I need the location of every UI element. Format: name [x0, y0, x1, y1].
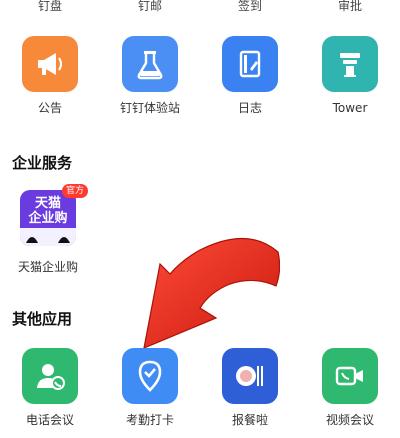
section-title-enterprise: 企业服务 — [12, 154, 73, 172]
notebook-icon[interactable] — [222, 36, 278, 92]
app-phone-conference[interactable]: 电话会议 — [0, 348, 100, 427]
app-label: 考勤打卡 — [125, 413, 174, 427]
app-label: 公告 — [37, 101, 62, 115]
tmall-logo-line1: 天猫 — [34, 196, 61, 211]
app-label: 视频会议 — [325, 413, 374, 427]
app-experience-station[interactable]: 钉钉体验站 — [100, 36, 200, 115]
app-label: 天猫企业购 — [17, 260, 78, 274]
section-title-other: 其他应用 — [12, 310, 73, 328]
app-attendance[interactable]: 考勤打卡 — [100, 348, 200, 427]
tmall-eyes-icon — [26, 237, 70, 243]
meal-report-icon[interactable] — [222, 348, 278, 404]
app-label-dingpan[interactable]: 钉盘 — [0, 0, 100, 12]
app-label: 电话会议 — [25, 413, 74, 427]
phone-conference-icon[interactable] — [22, 348, 78, 404]
top-label-row: 钉盘 钉邮 签到 审批 — [0, 0, 400, 14]
app-meal-report[interactable]: 报餐啦 — [200, 348, 300, 427]
official-badge: 官方 — [61, 184, 88, 198]
tmall-logo-line2: 企业购 — [28, 211, 68, 226]
app-row-1: 公告 钉钉体验站 日志 Tower — [0, 36, 400, 116]
app-log[interactable]: 日志 — [200, 36, 300, 115]
flask-icon[interactable] — [122, 36, 178, 92]
app-video-conference[interactable]: 视频会议 — [300, 348, 400, 427]
app-row-other: 电话会议 考勤打卡 报餐啦 视频会议 — [0, 348, 400, 432]
app-label: 日志 — [237, 101, 262, 115]
video-call-icon[interactable] — [322, 348, 378, 404]
app-label: 钉钉体验站 — [119, 101, 180, 115]
app-label-checkin[interactable]: 签到 — [200, 0, 300, 12]
app-label: 报餐啦 — [231, 413, 268, 427]
app-label: Tower — [332, 101, 368, 115]
app-label-dingmail[interactable]: 钉邮 — [100, 0, 200, 12]
tower-icon[interactable] — [322, 36, 378, 92]
red-arrow-icon — [143, 237, 280, 349]
app-tower[interactable]: Tower — [300, 36, 400, 115]
megaphone-icon[interactable] — [22, 36, 78, 92]
app-tmall-enterprise[interactable]: 天猫 企业购 官方 — [20, 184, 88, 246]
location-check-icon[interactable] — [122, 348, 178, 404]
app-label-approval[interactable]: 审批 — [300, 0, 400, 12]
app-announcement[interactable]: 公告 — [0, 36, 100, 115]
tmall-logo-icon[interactable]: 天猫 企业购 — [20, 190, 76, 246]
